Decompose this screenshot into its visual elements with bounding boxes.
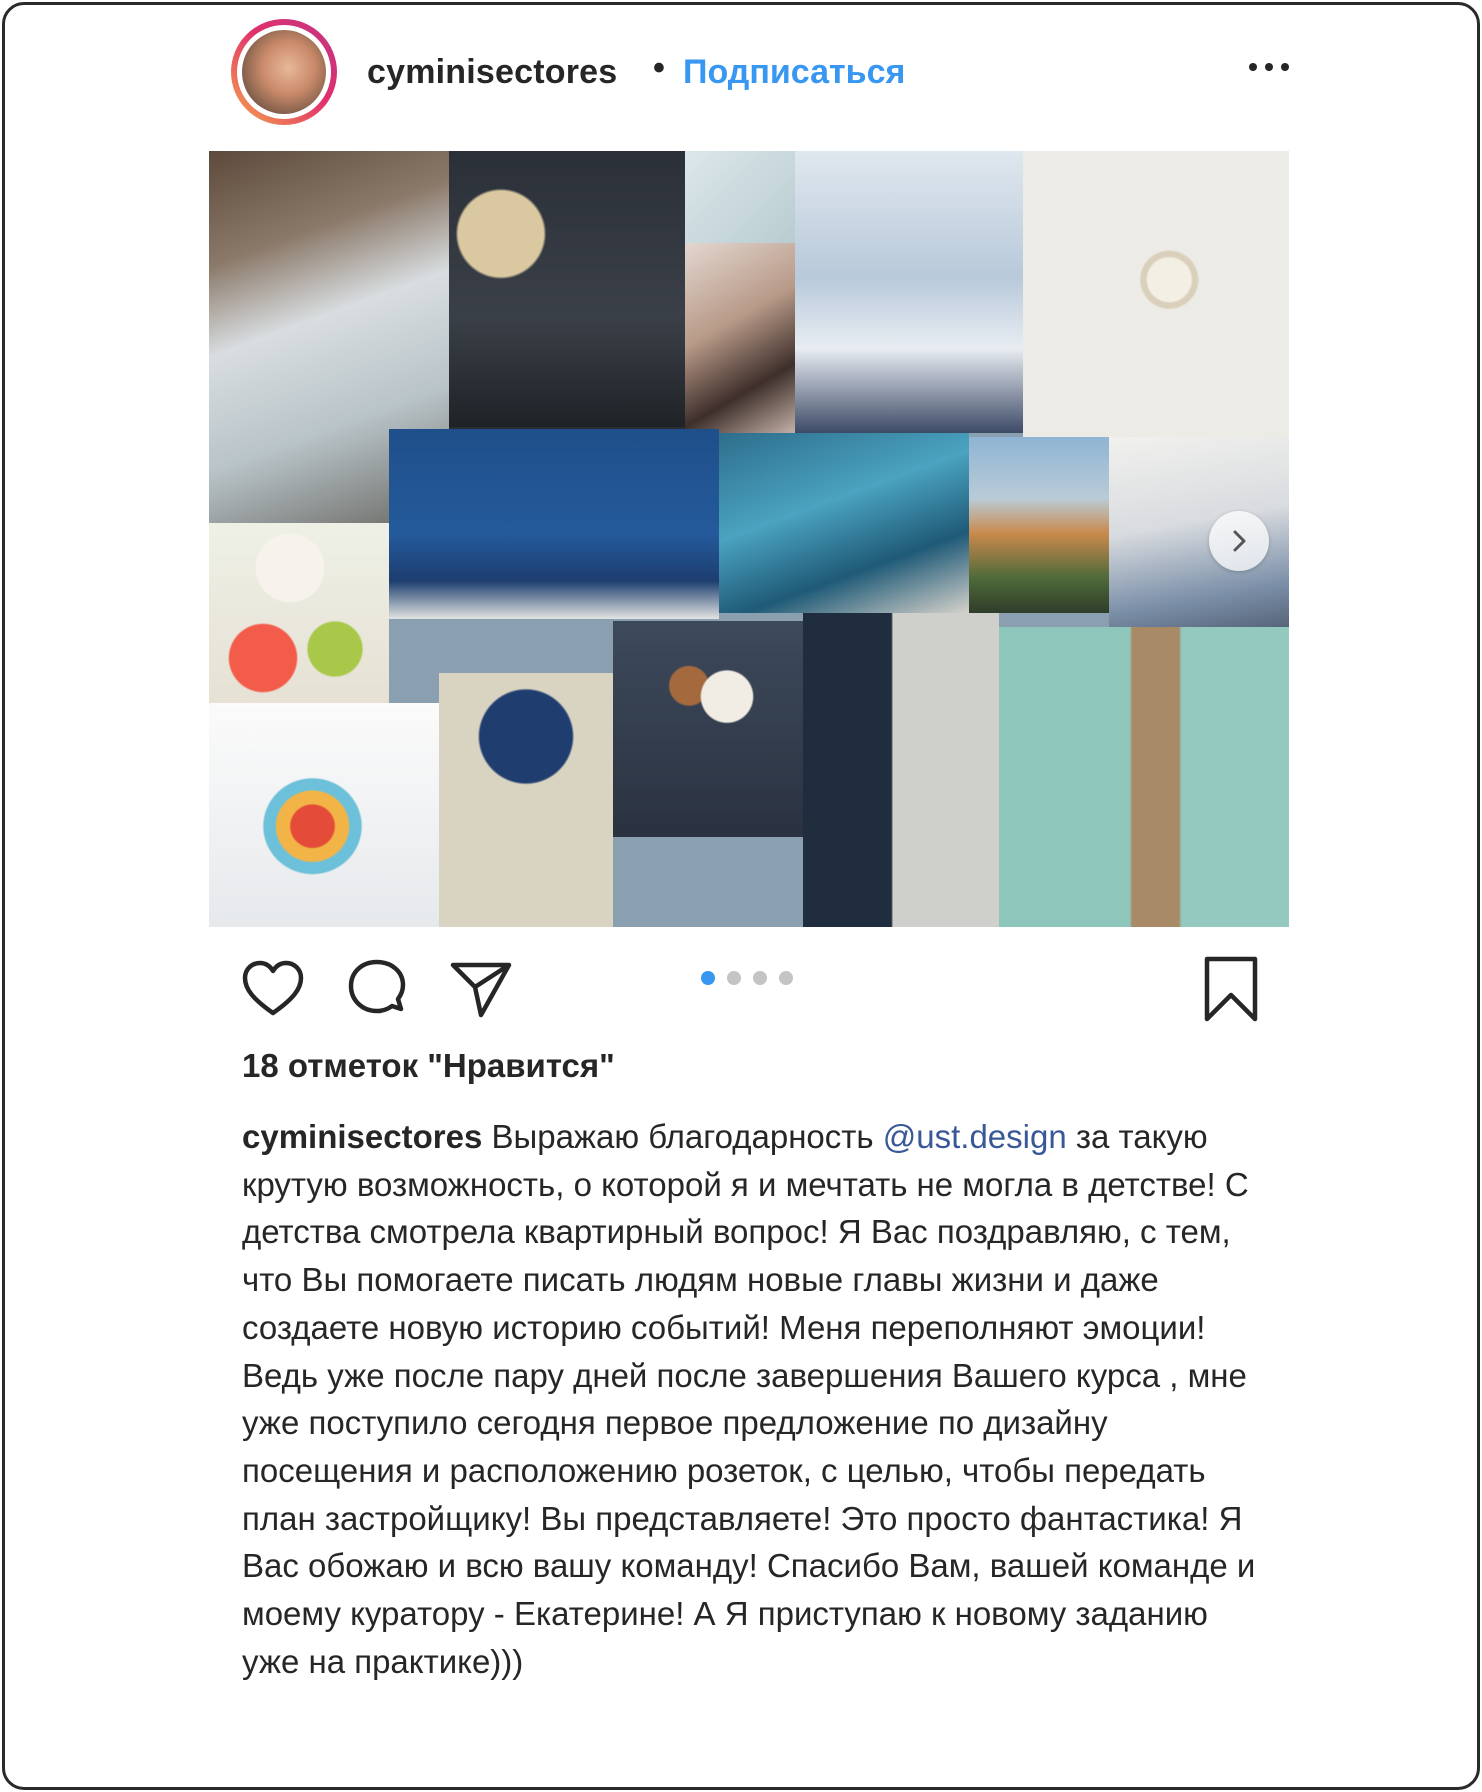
carousel-dot <box>727 971 741 985</box>
post-caption: cyminisectores Выражаю благодарность @us… <box>242 1113 1272 1685</box>
collage-tile-starry-night-cup <box>439 673 613 927</box>
collage-tile-couple <box>685 243 811 433</box>
username-link[interactable]: cyminisectores <box>367 53 617 92</box>
paper-plane-icon <box>450 962 512 1018</box>
post-card: cyminisectores • Подписаться 18 отметок … <box>2 2 1480 1790</box>
like-button[interactable] <box>239 955 307 1023</box>
post-image-collage[interactable] <box>209 151 1289 927</box>
caption-text-rest: за такую крутую возможность, о которой я… <box>242 1118 1256 1680</box>
carousel-dot <box>753 971 767 985</box>
heart-icon <box>242 960 304 1016</box>
save-button[interactable] <box>1197 955 1265 1023</box>
share-button[interactable] <box>447 955 515 1023</box>
comment-icon <box>348 959 406 1014</box>
collage-tile-kitchen-cabinets <box>803 613 999 927</box>
collage-tile-citrus <box>209 523 389 703</box>
avatar[interactable] <box>242 30 326 114</box>
caption-text-start: Выражаю благодарность <box>482 1118 883 1155</box>
post-header: cyminisectores • Подписаться <box>231 15 1291 125</box>
post-action-bar <box>239 955 1265 1025</box>
collage-tile-wave-painting <box>719 433 969 613</box>
collage-tile-floral-wall <box>685 151 795 243</box>
caption-username-link[interactable]: cyminisectores <box>242 1118 482 1155</box>
carousel-next-button[interactable] <box>1209 511 1269 571</box>
comment-button[interactable] <box>343 955 411 1023</box>
follow-button[interactable]: Подписаться <box>683 53 905 92</box>
collage-tile-rome-view <box>969 437 1109 613</box>
more-horizontal-icon[interactable] <box>1247 49 1291 85</box>
avatar-story-ring[interactable] <box>231 19 337 125</box>
collage-tile-blue-living-room <box>389 429 719 619</box>
collage-tile-blue-bedroom <box>795 151 1023 433</box>
carousel-indicator <box>701 971 793 985</box>
collage-tile-owl-mural <box>449 151 685 427</box>
collage-tile-dogs <box>613 621 803 837</box>
collage-tile-sunburst-mirror <box>1023 151 1289 437</box>
likes-count[interactable]: 18 отметок "Нравится" <box>242 1047 615 1085</box>
collage-tile-teal-bathroom <box>999 627 1289 927</box>
separator-dot: • <box>653 49 665 87</box>
carousel-dot <box>779 971 793 985</box>
chevron-right-icon <box>1233 530 1246 552</box>
bookmark-icon <box>1204 956 1258 1022</box>
caption-mention-link[interactable]: @ust.design <box>883 1118 1067 1155</box>
carousel-dot-active <box>701 971 715 985</box>
collage-tile-balloon-mug <box>209 703 439 927</box>
